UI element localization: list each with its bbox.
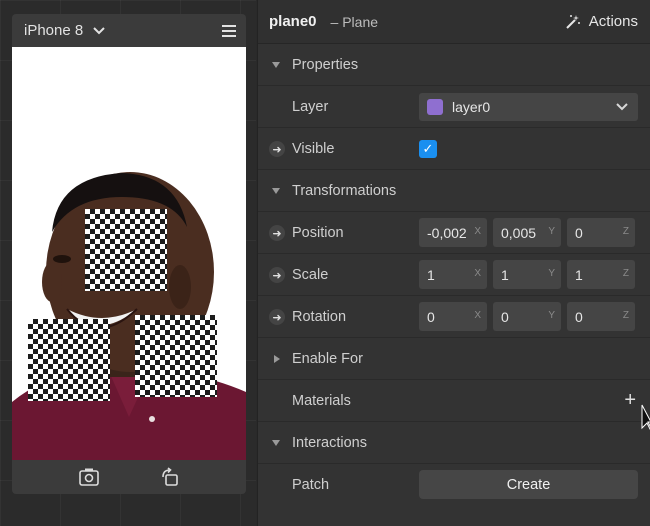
chevron-down-icon xyxy=(93,26,105,34)
scale-label: Scale xyxy=(292,266,329,283)
section-transformations[interactable]: Transformations xyxy=(258,170,650,212)
checker-plane-right xyxy=(135,315,217,397)
axis-x-label: X xyxy=(474,268,481,279)
rotation-y-field[interactable]: 0Y xyxy=(493,302,561,331)
rotation-z-value: 0 xyxy=(575,308,583,325)
rotate-device-icon[interactable] xyxy=(160,467,180,487)
connect-arrow-icon[interactable]: ➜ xyxy=(269,141,285,157)
actions-button[interactable]: Actions xyxy=(565,13,638,30)
expand-triangle-icon xyxy=(274,355,280,363)
patch-label: Patch xyxy=(292,477,330,493)
section-enable-for[interactable]: Enable For xyxy=(258,338,650,380)
position-label: Position xyxy=(292,224,344,241)
scale-z-value: 1 xyxy=(575,266,583,283)
rotation-y-value: 0 xyxy=(501,308,509,325)
property-row-rotation: ➜ Rotation 0X 0Y 0Z xyxy=(258,296,650,338)
property-row-patch: Patch Create xyxy=(258,464,650,506)
scale-x-field[interactable]: 1X xyxy=(419,260,487,289)
scale-y-value: 1 xyxy=(501,266,509,283)
collapse-triangle-icon xyxy=(272,440,280,446)
chevron-down-icon xyxy=(616,103,628,111)
visible-checkbox[interactable]: ✓ xyxy=(419,140,437,158)
position-z-field[interactable]: 0Z xyxy=(567,218,635,247)
position-z-value: 0 xyxy=(575,224,583,241)
scale-fields: 1X 1Y 1Z xyxy=(419,260,635,289)
hamburger-menu-icon[interactable] xyxy=(222,24,236,37)
axis-x-label: X xyxy=(474,310,481,321)
rotation-z-field[interactable]: 0Z xyxy=(567,302,635,331)
rotation-x-field[interactable]: 0X xyxy=(419,302,487,331)
property-row-position: ➜ Position -0,002 X 0,005 Y 0Z xyxy=(258,212,650,254)
scale-z-field[interactable]: 1Z xyxy=(567,260,635,289)
connect-arrow-icon[interactable]: ➜ xyxy=(269,267,285,283)
object-name: plane0 xyxy=(269,13,317,30)
checker-plane-top xyxy=(85,209,167,291)
position-y-field[interactable]: 0,005 Y xyxy=(493,218,561,247)
device-name: iPhone 8 xyxy=(24,22,84,39)
position-x-value: -0,002 xyxy=(427,224,467,241)
rotation-fields: 0X 0Y 0Z xyxy=(419,302,635,331)
axis-z-label: Z xyxy=(622,226,629,237)
rotation-x-value: 0 xyxy=(427,308,435,325)
property-row-visible: ➜ Visible ✓ xyxy=(258,128,650,170)
layer-label: Layer xyxy=(292,98,329,115)
layer-value: layer0 xyxy=(452,99,491,115)
inspector-panel: plane0 – Plane Actions Properties Layer … xyxy=(257,0,650,526)
device-screen-preview[interactable] xyxy=(12,47,246,460)
property-row-scale: ➜ Scale 1X 1Y 1Z xyxy=(258,254,650,296)
property-row-layer: Layer layer0 xyxy=(258,86,650,128)
mouse-cursor-icon xyxy=(641,404,650,430)
section-interactions[interactable]: Interactions xyxy=(258,422,650,464)
scene-viewport[interactable]: iPhone 8 xyxy=(0,0,256,526)
section-title: Transformations xyxy=(292,182,397,199)
axis-y-label: Y xyxy=(548,226,555,237)
scale-x-value: 1 xyxy=(427,266,435,283)
device-simulator: iPhone 8 xyxy=(12,14,246,494)
rotation-label: Rotation xyxy=(292,308,347,325)
object-type: – Plane xyxy=(330,13,379,30)
device-toolbar: iPhone 8 xyxy=(12,14,246,47)
connect-arrow-icon[interactable]: ➜ xyxy=(269,225,285,241)
section-title: Interactions xyxy=(292,434,367,451)
add-material-button[interactable]: + xyxy=(624,390,636,410)
layer-dropdown[interactable]: layer0 xyxy=(419,93,638,121)
axis-y-label: Y xyxy=(548,268,555,279)
axis-y-label: Y xyxy=(548,310,555,321)
flip-camera-icon[interactable] xyxy=(78,467,100,487)
device-bottom-bar xyxy=(12,460,246,494)
connect-arrow-icon[interactable]: ➜ xyxy=(269,309,285,325)
scale-y-field[interactable]: 1Y xyxy=(493,260,561,289)
section-title: Enable For xyxy=(292,350,363,367)
position-fields: -0,002 X 0,005 Y 0Z xyxy=(419,218,635,247)
materials-label: Materials xyxy=(292,392,351,409)
section-properties[interactable]: Properties xyxy=(258,44,650,86)
inspector-header: plane0 – Plane Actions xyxy=(258,0,650,44)
position-x-field[interactable]: -0,002 X xyxy=(419,218,487,247)
section-title: Properties xyxy=(292,56,359,73)
collapse-triangle-icon xyxy=(272,62,280,68)
device-selector[interactable]: iPhone 8 xyxy=(24,22,105,39)
position-y-value: 0,005 xyxy=(501,224,537,241)
section-materials: Materials + xyxy=(258,380,650,422)
collapse-triangle-icon xyxy=(272,188,280,194)
visible-label: Visible xyxy=(292,140,335,157)
actions-label: Actions xyxy=(588,13,638,30)
layer-color-swatch xyxy=(427,99,443,115)
axis-z-label: Z xyxy=(622,268,629,279)
magic-wand-icon xyxy=(566,14,580,29)
axis-z-label: Z xyxy=(622,310,629,321)
create-patch-button[interactable]: Create xyxy=(419,470,638,499)
checker-plane-left xyxy=(28,319,110,401)
axis-x-label: X xyxy=(474,226,481,237)
